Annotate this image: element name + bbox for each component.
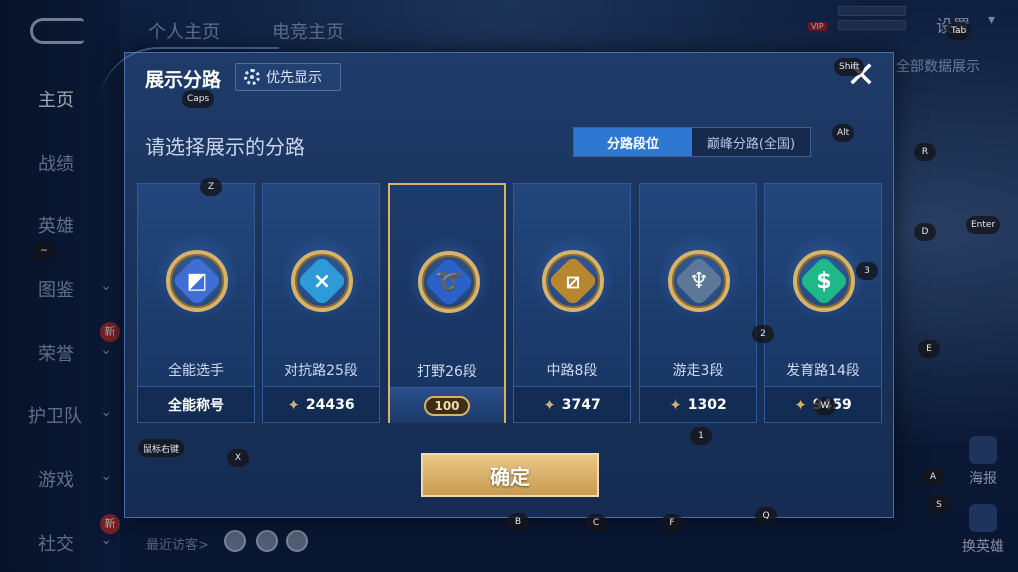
lane-cards: ◩ 全能选手 全能称号 ⨯ 对抗路25段 ✦ 24436 ➰ 打野26段 100 … bbox=[137, 183, 883, 423]
key-hint-1: 1 bbox=[690, 427, 712, 445]
dialog-subtitle: 请选择展示的分路 bbox=[145, 135, 305, 159]
star-icon: ✦ bbox=[543, 395, 556, 414]
card-label: 中路8段 bbox=[546, 363, 598, 379]
key-hint-enter: Enter bbox=[966, 216, 1001, 234]
key-hint-caps: Caps bbox=[182, 90, 215, 108]
key-hint-right-click: 鼠标右键 bbox=[138, 439, 185, 457]
card-value: ✦ 1302 bbox=[640, 386, 756, 422]
key-hint-f: F bbox=[661, 514, 683, 532]
key-hint-b: B bbox=[507, 513, 529, 531]
card-value-text: 全能称号 bbox=[168, 397, 224, 414]
key-hint-r: R bbox=[914, 143, 936, 161]
all-round-emblem-icon: ◩ bbox=[166, 250, 228, 312]
card-label: 游走3段 bbox=[672, 363, 724, 379]
star-icon: ✦ bbox=[669, 395, 682, 414]
lane-card-roam[interactable]: ♆ 游走3段 ✦ 1302 bbox=[639, 183, 757, 423]
jungle-emblem-icon: ➰ bbox=[418, 251, 480, 313]
dialog-title: 展示分路 bbox=[145, 69, 222, 91]
card-value: ✦ 24436 bbox=[263, 386, 379, 422]
key-hint-w: W bbox=[814, 397, 836, 415]
card-value-text: 3747 bbox=[561, 396, 601, 413]
card-value: 100 bbox=[390, 387, 504, 423]
emblem-symbol: $ bbox=[816, 268, 832, 294]
key-hint-2: 2 bbox=[752, 325, 774, 343]
emblem-symbol: ◩ bbox=[186, 268, 208, 294]
lane-card-clash[interactable]: ⨯ 对抗路25段 ✦ 24436 bbox=[262, 183, 380, 423]
card-label: 发育路14段 bbox=[786, 363, 860, 379]
key-hint-e: E bbox=[918, 340, 940, 358]
card-label: 对抗路25段 bbox=[284, 363, 358, 379]
key-hint-tab: Tab bbox=[946, 22, 972, 40]
key-hint-s: S bbox=[928, 496, 950, 514]
star-icon: ✦ bbox=[794, 395, 807, 414]
key-hint-c: C bbox=[585, 514, 607, 532]
card-value: ✦ 3747 bbox=[514, 386, 630, 422]
key-hint-d: D bbox=[914, 223, 936, 241]
emblem-symbol: ➰ bbox=[435, 269, 463, 295]
level-badge: 100 bbox=[424, 395, 470, 416]
gear-icon bbox=[244, 69, 260, 85]
emblem-symbol: ♆ bbox=[689, 268, 709, 294]
priority-display-button[interactable]: 优先显示 bbox=[235, 63, 341, 91]
card-value-text: 1302 bbox=[687, 396, 727, 413]
emblem-symbol: ⨯ bbox=[312, 268, 332, 294]
roam-emblem-icon: ♆ bbox=[668, 250, 730, 312]
key-hint-alt: Alt bbox=[832, 124, 855, 142]
card-value-text: 24436 bbox=[305, 396, 355, 413]
clash-lane-emblem-icon: ⨯ bbox=[291, 250, 353, 312]
star-icon: ✦ bbox=[287, 395, 300, 414]
segment-control: 分路段位 巅峰分路(全国) bbox=[573, 127, 811, 157]
card-label: 全能选手 bbox=[168, 363, 224, 379]
key-hint-x: X bbox=[227, 449, 249, 467]
mid-lane-emblem-icon: ⧄ bbox=[542, 250, 604, 312]
lane-card-farm[interactable]: $ 发育路14段 ✦9459 bbox=[764, 183, 882, 423]
emblem-symbol: ⧄ bbox=[566, 268, 580, 294]
tab-lane-rank[interactable]: 分路段位 bbox=[574, 128, 692, 156]
card-value: 全能称号 bbox=[138, 386, 254, 422]
key-hint-z: Z bbox=[200, 178, 222, 196]
confirm-button[interactable]: 确定 bbox=[421, 453, 599, 497]
lane-card-all-round[interactable]: ◩ 全能选手 全能称号 bbox=[137, 183, 255, 423]
priority-display-label: 优先显示 bbox=[266, 70, 322, 86]
key-hint-a: A bbox=[922, 468, 944, 486]
key-hint-shift: Shift bbox=[834, 58, 865, 76]
key-hint-q: Q bbox=[755, 507, 777, 525]
tab-peak-lane[interactable]: 巅峰分路(全国) bbox=[692, 128, 810, 156]
lane-card-mid[interactable]: ⧄ 中路8段 ✦ 3747 bbox=[513, 183, 631, 423]
lane-card-jungle[interactable]: ➰ 打野26段 100 bbox=[388, 183, 506, 423]
key-hint-3: 3 bbox=[856, 262, 878, 280]
card-label: 打野26段 bbox=[417, 364, 477, 380]
farm-lane-emblem-icon: $ bbox=[793, 250, 855, 312]
key-hint-tilde: ~ bbox=[33, 242, 55, 260]
